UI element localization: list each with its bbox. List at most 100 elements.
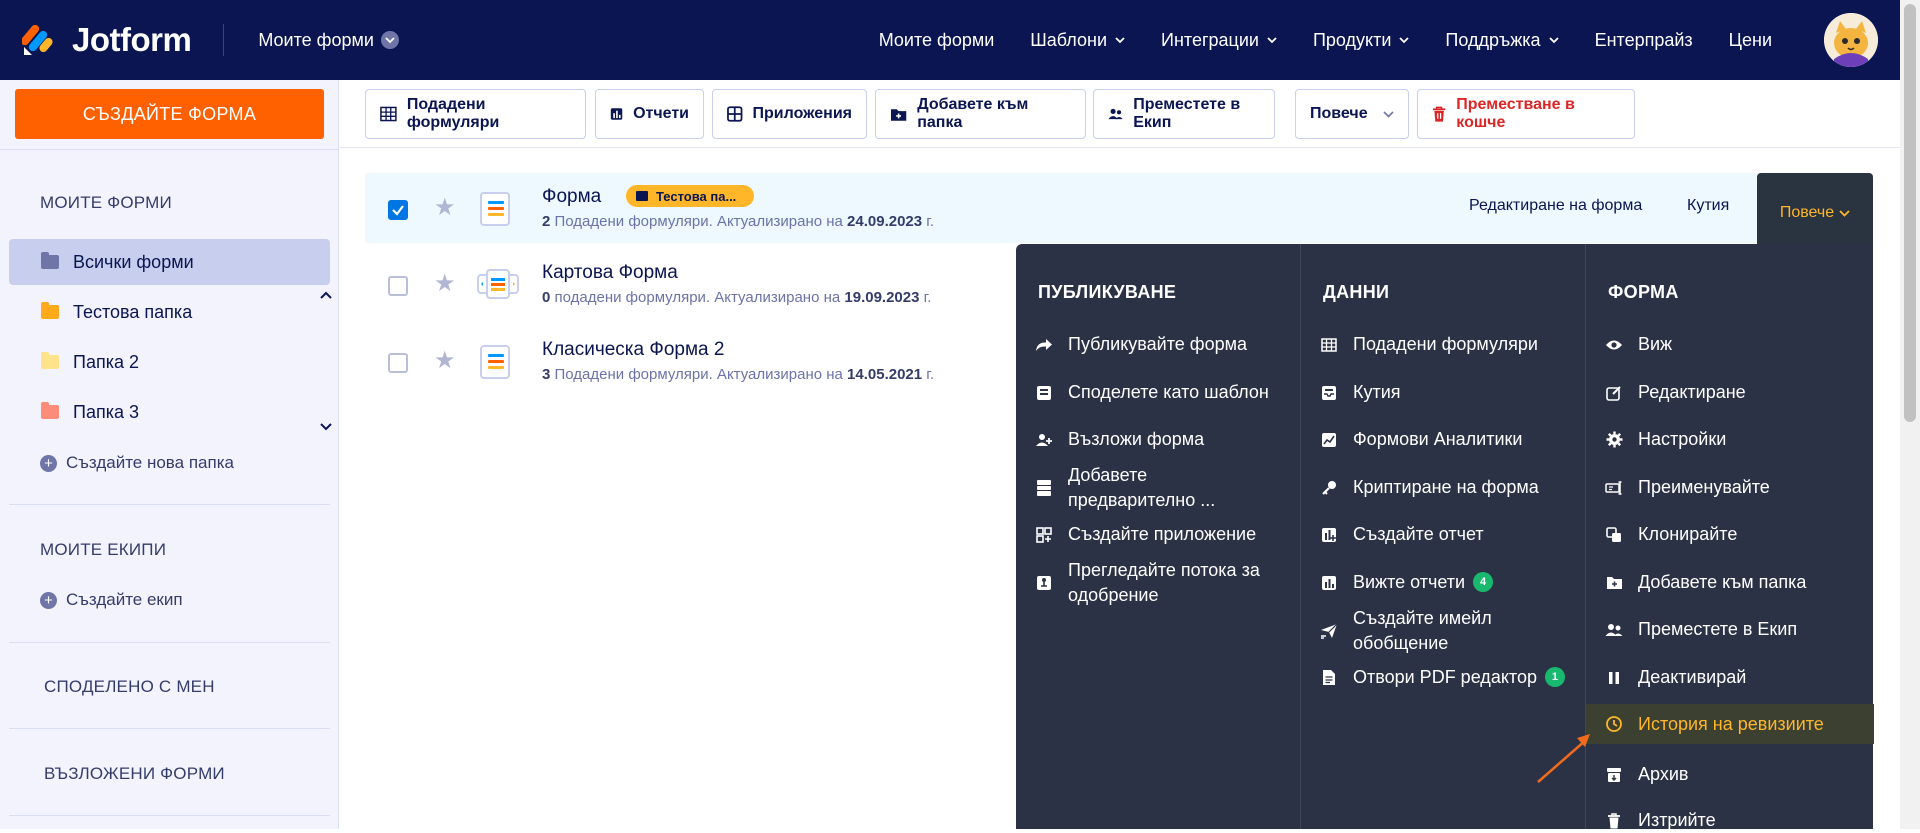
sidebar-divider xyxy=(0,149,339,150)
sidebar-scroll-down-icon[interactable] xyxy=(320,420,332,434)
form-meta: 0 подадени формуляри. Актуализирано на 1… xyxy=(542,289,931,306)
menu-item-label: Клонирайте xyxy=(1638,524,1738,544)
menu-item-revision-history[interactable]: История на ревизиите xyxy=(1586,704,1874,744)
form-meta: 2 Подадени формуляри. Актуализирано на 2… xyxy=(542,213,934,230)
sidebar-divider xyxy=(9,815,330,816)
move-to-team-button[interactable]: Преместете в Екип xyxy=(1093,89,1275,139)
form-title[interactable]: Форма xyxy=(542,186,601,208)
assigned-forms-link[interactable]: ВЪЗЛОЖЕНИ ФОРМИ xyxy=(44,764,225,784)
edit-form-link[interactable]: Редактиране на форма xyxy=(1469,197,1642,215)
menu-item-label: Преименувайте xyxy=(1638,477,1770,497)
eye-icon xyxy=(1604,332,1624,357)
move-to-trash-label: Преместване в кошче xyxy=(1456,96,1575,131)
nav-support[interactable]: Поддръжка xyxy=(1445,30,1559,51)
menu-item-add-to-folder[interactable]: Добавете към папка xyxy=(1604,570,1806,595)
page-scrollbar-thumb[interactable] xyxy=(1904,4,1916,422)
menu-item-rename[interactable]: Преименувайте xyxy=(1604,475,1770,500)
menu-item-encrypt-form[interactable]: Криптиране на форма xyxy=(1319,475,1539,500)
star-icon[interactable]: ★ xyxy=(434,272,456,296)
row-checkbox[interactable] xyxy=(388,353,408,373)
pdf-editor-badge: 1 xyxy=(1544,667,1565,687)
nav-integrations[interactable]: Интеграции xyxy=(1161,30,1277,51)
my-forms-dropdown[interactable]: Моите форми xyxy=(258,30,399,51)
nav-my-forms-label: Моите форми xyxy=(878,29,995,50)
reports-button[interactable]: Отчети xyxy=(595,89,704,139)
row-more-button[interactable]: Повече xyxy=(1757,173,1873,253)
star-icon[interactable]: ★ xyxy=(434,196,456,220)
menu-item-archive[interactable]: Архив xyxy=(1604,762,1688,787)
form-row[interactable]: ★ Форма Тестова па... 2 Подадени формуля… xyxy=(365,173,1873,253)
create-form-button[interactable]: СЪЗДАЙТЕ ФОРМА xyxy=(15,89,324,139)
inbox-link[interactable]: Кутия xyxy=(1687,197,1729,215)
chevron-down-icon xyxy=(1267,36,1277,43)
folder-tag[interactable]: Тестова па... xyxy=(626,185,755,207)
create-new-folder-link[interactable]: + Създайте нова папка xyxy=(40,453,234,473)
menu-item-inbox[interactable]: Кутия xyxy=(1319,380,1401,405)
form-doc-icon xyxy=(480,192,510,226)
add-to-folder-button[interactable]: Добавете към папка xyxy=(875,89,1086,139)
jotform-logo[interactable]: Jotform xyxy=(20,21,192,59)
page-scrollbar[interactable] xyxy=(1900,0,1920,829)
user-avatar[interactable] xyxy=(1824,13,1878,67)
menu-item-label: Преместете в Екип xyxy=(1638,619,1798,639)
create-team-link[interactable]: + Създайте екип xyxy=(40,590,183,610)
menu-item-move-to-team[interactable]: Преместете в Екип xyxy=(1604,617,1797,642)
chevron-down-icon xyxy=(1548,36,1559,43)
menu-item-label: Вижте отчети xyxy=(1353,572,1466,592)
menu-item-label: Прегледайте потока за xyxy=(1068,560,1260,580)
more-toolbar-button[interactable]: Повече xyxy=(1295,89,1409,139)
nav-pricing[interactable]: Цени xyxy=(1729,30,1772,51)
menu-column-form: ФОРМА Виж Редактиране Настройки Преимену… xyxy=(1585,244,1874,830)
chevron-down-icon xyxy=(1839,209,1850,217)
menu-item-create-app[interactable]: Създайте приложение xyxy=(1034,522,1256,547)
menu-item-pdf-editor[interactable]: Отвори PDF редактор 1 xyxy=(1319,665,1565,690)
menu-item-delete[interactable]: Изтрийте xyxy=(1604,808,1716,833)
menu-item-label: Споделете като шаблон xyxy=(1068,382,1269,402)
chevron-down-icon xyxy=(1399,36,1410,43)
move-to-trash-button[interactable]: Преместване в кошче xyxy=(1417,89,1635,139)
submissions-button-label: Подадени формуляри xyxy=(406,96,500,131)
menu-item-prefill[interactable]: Добавете предварително ... xyxy=(1034,463,1215,513)
sidebar-scroll-up-icon[interactable] xyxy=(320,288,332,302)
shared-with-me-link[interactable]: СПОДЕЛЕНО С МЕН xyxy=(44,677,215,697)
menu-item-form-analytics[interactable]: Формови Аналитики xyxy=(1319,427,1522,452)
menu-item-share-template[interactable]: Споделете като шаблон xyxy=(1034,380,1269,405)
menu-item-view[interactable]: Виж xyxy=(1604,332,1672,357)
team-icon xyxy=(1604,617,1624,642)
check-icon xyxy=(392,205,404,216)
menu-item-disable[interactable]: Деактивирай xyxy=(1604,665,1746,690)
row-checkbox[interactable] xyxy=(388,200,408,220)
menu-item-assign-form[interactable]: Възложи форма xyxy=(1034,427,1204,452)
nav-templates[interactable]: Шаблони xyxy=(1030,30,1125,51)
date-suffix: г. xyxy=(922,366,935,383)
menu-item-view-reports[interactable]: Вижте отчети 4 xyxy=(1319,570,1494,595)
form-meta-text: Подадени формуляри. Актуализирано на xyxy=(550,213,848,230)
menu-item-label: Виж xyxy=(1638,334,1673,354)
star-icon[interactable]: ★ xyxy=(434,349,456,373)
menu-item-settings[interactable]: Настройки xyxy=(1604,427,1726,452)
prefill-icon xyxy=(1034,463,1054,513)
menu-item-edit[interactable]: Редактиране xyxy=(1604,380,1746,405)
sidebar-item-test-folder[interactable]: Тестова папка xyxy=(9,289,330,335)
sidebar-item-folder-2[interactable]: Папка 2 xyxy=(9,339,330,385)
menu-item-clone[interactable]: Клонирайте xyxy=(1604,522,1737,547)
nav-products[interactable]: Продукти xyxy=(1313,30,1410,51)
assign-icon xyxy=(1034,427,1054,452)
menu-item-publish-form[interactable]: Публикувайте форма xyxy=(1034,332,1247,357)
menu-item-approval-flow[interactable]: Прегледайте потока за одобрение xyxy=(1034,558,1260,608)
menu-item-create-report[interactable]: Създайте отчет xyxy=(1319,522,1484,547)
row-checkbox[interactable] xyxy=(388,276,408,296)
sidebar-item-folder-3[interactable]: Папка 3 xyxy=(9,389,330,435)
apps-button[interactable]: Приложения xyxy=(712,89,867,139)
menu-item-email-digest[interactable]: Създайте имейл обобщение xyxy=(1319,606,1492,656)
gear-icon xyxy=(1604,427,1624,452)
submissions-button[interactable]: Подадени формуляри xyxy=(365,89,586,139)
sidebar-item-all-forms[interactable]: Всички форми xyxy=(9,239,330,285)
menu-item-submissions[interactable]: Подадени формуляри xyxy=(1319,332,1538,357)
avatar-cat-icon xyxy=(1824,13,1878,67)
nav-my-forms[interactable]: Моите форми xyxy=(879,30,995,51)
pdf-icon xyxy=(1319,665,1339,690)
form-title[interactable]: Класическа Форма 2 xyxy=(542,339,724,361)
form-title[interactable]: Картова Форма xyxy=(542,262,678,284)
nav-enterprise[interactable]: Ентерпрайз xyxy=(1595,30,1693,51)
